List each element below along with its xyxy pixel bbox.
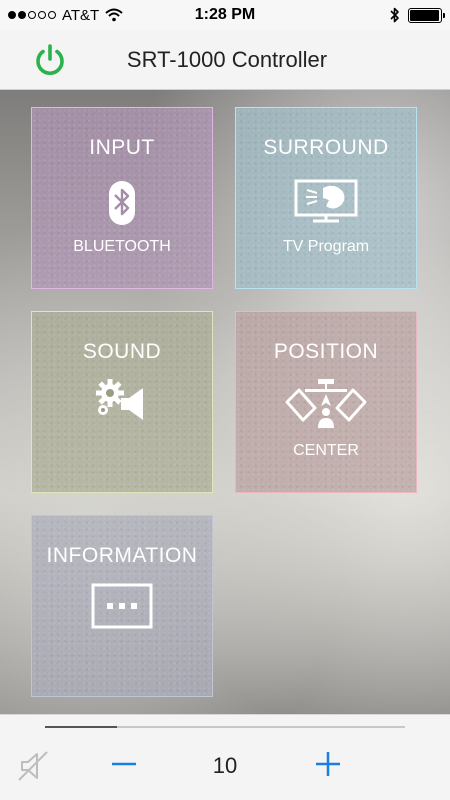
status-time: 1:28 PM (194, 6, 256, 23)
carrier-label: AT&T (62, 6, 100, 24)
tile-value-surround: TV Program (282, 238, 370, 255)
minus-icon[interactable] (108, 747, 140, 779)
speaker-position-icon (285, 379, 367, 428)
tile-title-information: INFORMATION (46, 544, 198, 567)
navigation-bar: SRT-1000 Controller (0, 30, 450, 90)
power-icon[interactable] (32, 42, 68, 78)
volume-bar: 10 (0, 714, 450, 800)
wifi-icon (105, 8, 123, 22)
signal-strength-icon (8, 11, 56, 19)
volume-value: 10 (212, 753, 238, 778)
sound-settings-icon (96, 379, 143, 420)
bluetooth-icon (390, 7, 399, 23)
input-tile[interactable]: INPUT BLUETOOTH (31, 107, 213, 289)
volume-slider[interactable] (45, 726, 405, 728)
information-tile[interactable]: INFORMATION (31, 515, 213, 697)
more-icon (91, 583, 153, 629)
bluetooth-icon (109, 181, 135, 225)
tile-title-position: POSITION (273, 340, 379, 363)
tile-value-position: CENTER (293, 442, 359, 459)
app-screen: AT&T 1:28 PM SRT-1000 Controller INPUT B… (0, 0, 450, 800)
position-tile[interactable]: POSITION CENTER (235, 311, 417, 493)
status-bar: AT&T 1:28 PM (0, 0, 450, 30)
mute-icon[interactable] (16, 749, 52, 783)
tile-value-input: BLUETOOTH (73, 238, 171, 255)
surround-tile[interactable]: SURROUND TV Program (235, 107, 417, 289)
main-content: INPUT BLUETOOTH SURROUND TV Program SOUN… (0, 90, 450, 714)
sound-tile[interactable]: SOUND (31, 311, 213, 493)
tile-title-sound: SOUND (82, 340, 162, 363)
tile-title-input: INPUT (89, 136, 155, 159)
volume-slider-fill (45, 726, 117, 728)
plus-icon[interactable] (312, 747, 344, 779)
battery-icon (408, 7, 445, 23)
tile-title-surround: SURROUND (263, 136, 389, 159)
tv-program-icon (294, 179, 358, 223)
